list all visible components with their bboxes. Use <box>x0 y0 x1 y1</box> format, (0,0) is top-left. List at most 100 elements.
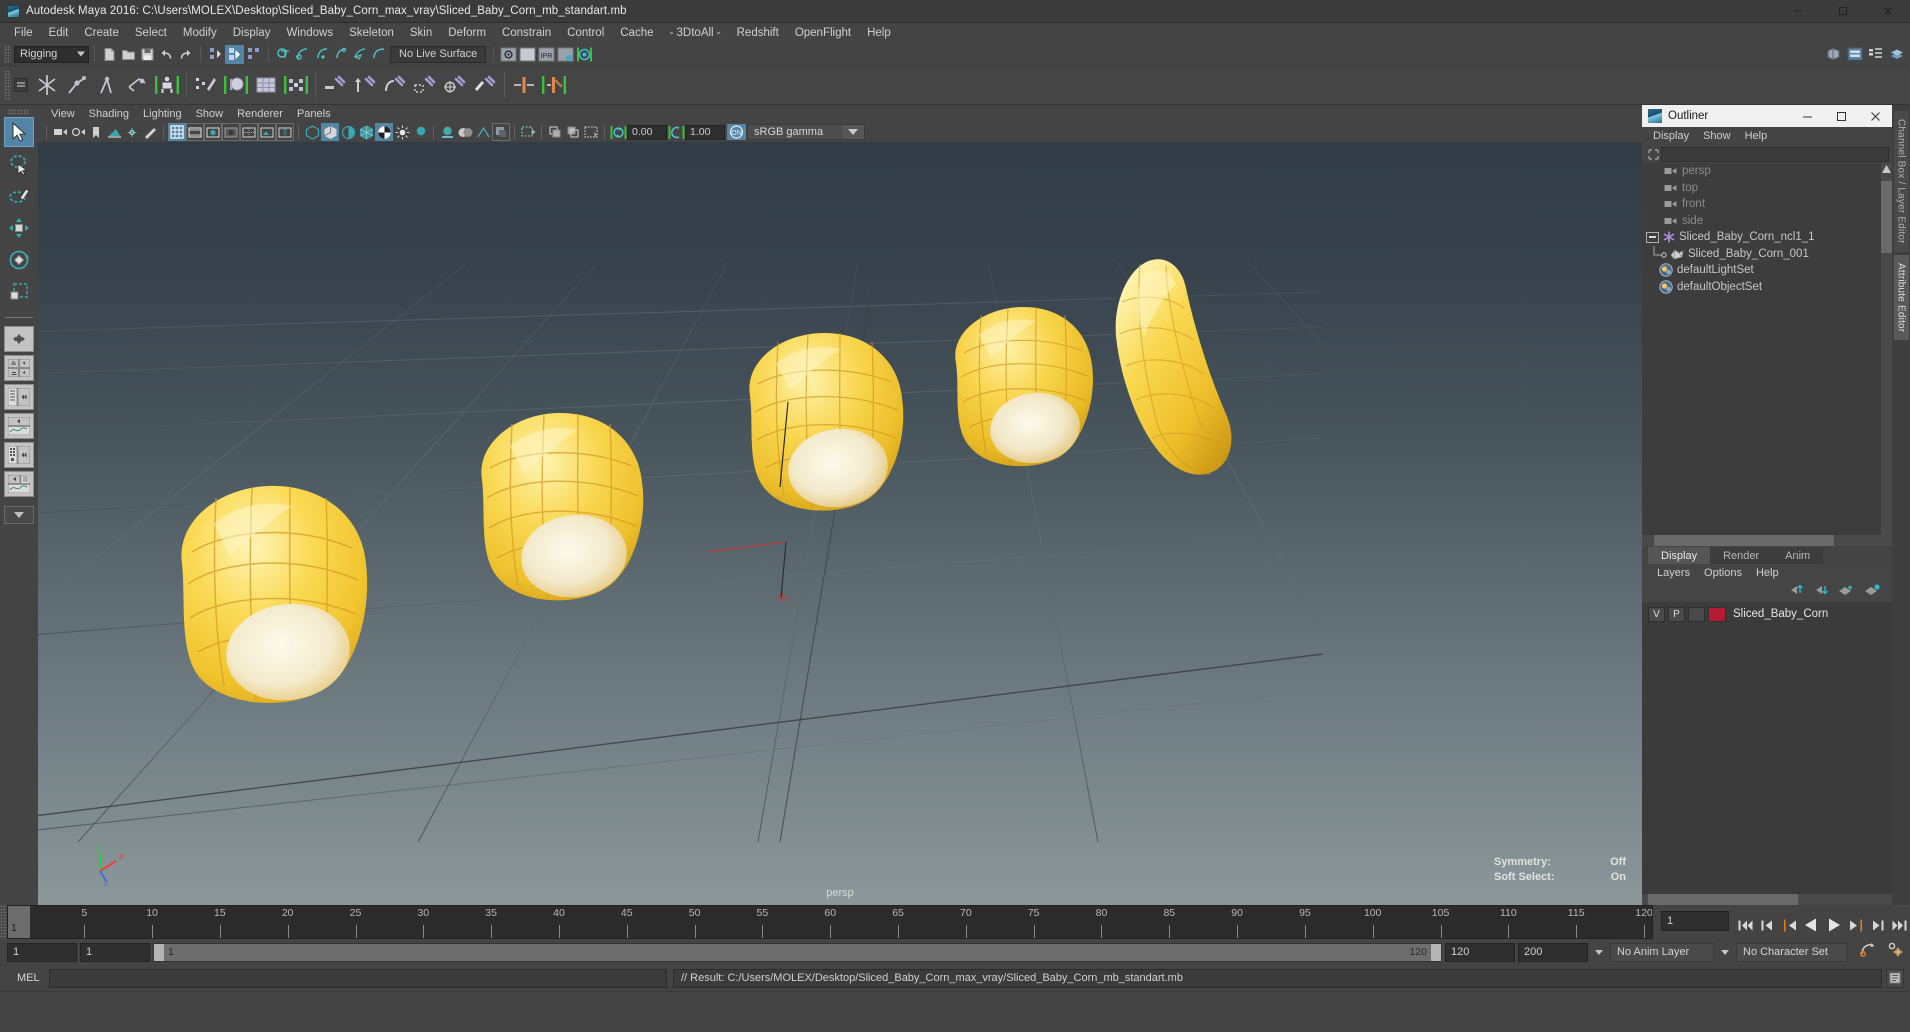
outliner-scroll-thumb[interactable] <box>1881 181 1892 253</box>
snap-to-curve-icon[interactable] <box>293 45 312 64</box>
menu-select[interactable]: Select <box>127 25 175 41</box>
live-surface-field[interactable]: No Live Surface <box>390 45 487 63</box>
perspective-viewport[interactable]: persp Symmetry: Off Soft Select: On y x … <box>38 142 1642 905</box>
layer-type-toggle[interactable] <box>1688 606 1705 622</box>
outliner-menu-help[interactable]: Help <box>1738 129 1775 143</box>
show-hide-modeling-toolkit-icon[interactable] <box>1824 45 1843 64</box>
menu-create[interactable]: Create <box>76 25 127 41</box>
expand-collapse-minus-icon[interactable] <box>1646 231 1659 243</box>
outliner-item-side[interactable]: side <box>1642 213 1892 230</box>
menu-file[interactable]: File <box>6 25 41 41</box>
range-slider-right-handle[interactable] <box>1431 943 1441 961</box>
current-frame-field[interactable]: 1 <box>1661 911 1729 931</box>
select-by-hierarchy-icon[interactable] <box>206 45 225 64</box>
render-sequence-icon[interactable] <box>518 45 537 64</box>
layer-menu-options[interactable]: Options <box>1697 566 1749 580</box>
tab-display[interactable]: Display <box>1648 547 1711 564</box>
menu-3dtoall[interactable]: - 3DtoAll - <box>662 25 729 41</box>
outliner-close-button[interactable] <box>1858 105 1892 127</box>
toolbox-grip[interactable] <box>8 109 30 115</box>
color-management-toggle[interactable]: ON <box>725 123 747 141</box>
command-language-label[interactable]: MEL <box>7 972 49 984</box>
mirror-joint-icon[interactable] <box>509 69 539 101</box>
resolution-gate-icon[interactable] <box>204 123 222 141</box>
layout-outliner-persp-button[interactable] <box>4 384 34 410</box>
layer-menu-help[interactable]: Help <box>1749 566 1786 580</box>
step-back-keyframe-icon[interactable] <box>1757 915 1778 936</box>
orient-constraint-icon[interactable] <box>380 69 410 101</box>
ipr-render-icon[interactable]: IPR <box>537 45 556 64</box>
select-by-component-type-icon[interactable] <box>244 45 263 64</box>
layout-single-perspective-button[interactable] <box>4 326 34 352</box>
animation-preferences-icon[interactable] <box>1886 941 1904 963</box>
maximize-button[interactable] <box>1820 0 1865 23</box>
layout-four-view-button[interactable] <box>4 355 34 381</box>
safe-action-icon[interactable] <box>258 123 276 141</box>
move-layer-up-icon[interactable] <box>1788 583 1804 601</box>
undo-icon[interactable] <box>157 45 176 64</box>
menu-constrain[interactable]: Constrain <box>494 25 559 41</box>
chevron-down-icon[interactable] <box>842 125 864 139</box>
tab-render[interactable]: Render <box>1710 547 1773 564</box>
outliner-item-sliced-baby-corn-ncl1-1[interactable]: Sliced_Baby_Corn_ncl1_1 <box>1642 229 1892 246</box>
isolate-select-icon[interactable] <box>492 123 510 141</box>
layer-list[interactable]: V P Sliced_Baby_Corn <box>1642 602 1892 894</box>
create-ik-spline-handle-icon[interactable] <box>92 69 122 101</box>
create-ik-handle-icon[interactable] <box>62 69 92 101</box>
field-chart-icon[interactable] <box>240 123 258 141</box>
menu-display[interactable]: Display <box>225 25 279 41</box>
outliner-item-default-light-set[interactable]: defaultLightSet <box>1642 262 1892 279</box>
menu-cache[interactable]: Cache <box>612 25 661 41</box>
safe-title-icon[interactable]: T <box>276 123 294 141</box>
pole-vector-constraint-icon[interactable] <box>470 69 500 101</box>
chevron-down-icon[interactable] <box>1595 949 1603 955</box>
color-profile-dropdown[interactable]: sRGB gamma <box>747 124 865 140</box>
go-to-end-icon[interactable] <box>1889 915 1910 936</box>
viewport-menu-show[interactable]: Show <box>189 107 231 121</box>
outliner-search-input[interactable] <box>1661 146 1889 162</box>
range-slider[interactable]: 1 120 <box>153 942 1442 962</box>
layout-persp-graph-outliner-button[interactable] <box>4 471 34 497</box>
gate-mask-icon[interactable] <box>222 123 240 141</box>
show-hide-attribute-editor-icon[interactable] <box>1845 45 1864 64</box>
new-layer-icon[interactable] <box>1838 583 1854 601</box>
menu-openflight[interactable]: OpenFlight <box>787 25 859 41</box>
outliner-item-front[interactable]: front <box>1642 196 1892 213</box>
menu-redshift[interactable]: Redshift <box>729 25 787 41</box>
point-constraint-icon[interactable] <box>350 69 380 101</box>
viewport-menu-renderer[interactable]: Renderer <box>230 107 290 121</box>
menu-help[interactable]: Help <box>859 25 899 41</box>
filter-icon[interactable] <box>1645 147 1661 161</box>
chevron-down-icon[interactable] <box>1721 949 1729 955</box>
menu-set-dropdown[interactable]: Rigging <box>14 45 89 63</box>
menu-skin[interactable]: Skin <box>402 25 440 41</box>
create-character-set-icon[interactable] <box>152 69 182 101</box>
scale-constraint-icon[interactable] <box>410 69 440 101</box>
viewport-menu-shading[interactable]: Shading <box>82 107 136 121</box>
exposure-value-field[interactable]: 0.00 <box>627 124 667 140</box>
outliner-vertical-scrollbar[interactable] <box>1881 163 1892 535</box>
render-settings-icon[interactable] <box>556 45 575 64</box>
viewport-menu-lighting[interactable]: Lighting <box>136 107 189 121</box>
shadows-icon[interactable] <box>411 123 429 141</box>
bookmark-icon[interactable] <box>87 123 105 141</box>
layer-playback-toggle[interactable]: P <box>1668 606 1685 622</box>
lattice-deformer-icon[interactable] <box>251 69 281 101</box>
auto-keyframe-icon[interactable] <box>1859 941 1877 963</box>
character-set-dropdown[interactable]: No Character Set <box>1736 942 1848 962</box>
smooth-shade-all-icon[interactable] <box>321 123 339 141</box>
outliner-item-sliced-baby-corn-001[interactable]: Sliced_Baby_Corn_001 <box>1642 246 1892 263</box>
scale-tool-button[interactable] <box>4 277 34 307</box>
vtab-attribute-editor[interactable]: Attribute Editor <box>1893 254 1909 341</box>
redo-icon[interactable] <box>176 45 195 64</box>
paint-skin-weights-icon[interactable] <box>191 69 221 101</box>
exposure-reset-icon[interactable] <box>582 123 600 141</box>
time-slider[interactable]: 1 5 10 15 20 25 30 35 40 45 50 55 60 65 70 75 80 85 90 95 1… <box>7 905 1653 939</box>
step-forward-keyframe-icon[interactable] <box>1867 915 1888 936</box>
outliner-horizontal-scrollbar[interactable] <box>1642 535 1892 546</box>
shelf-grip[interactable] <box>4 70 11 100</box>
menu-skeleton[interactable]: Skeleton <box>341 25 402 41</box>
select-by-object-type-icon[interactable] <box>225 44 244 64</box>
two-d-pan-zoom-icon[interactable] <box>123 123 141 141</box>
scroll-up-arrow-icon[interactable] <box>1882 165 1891 173</box>
